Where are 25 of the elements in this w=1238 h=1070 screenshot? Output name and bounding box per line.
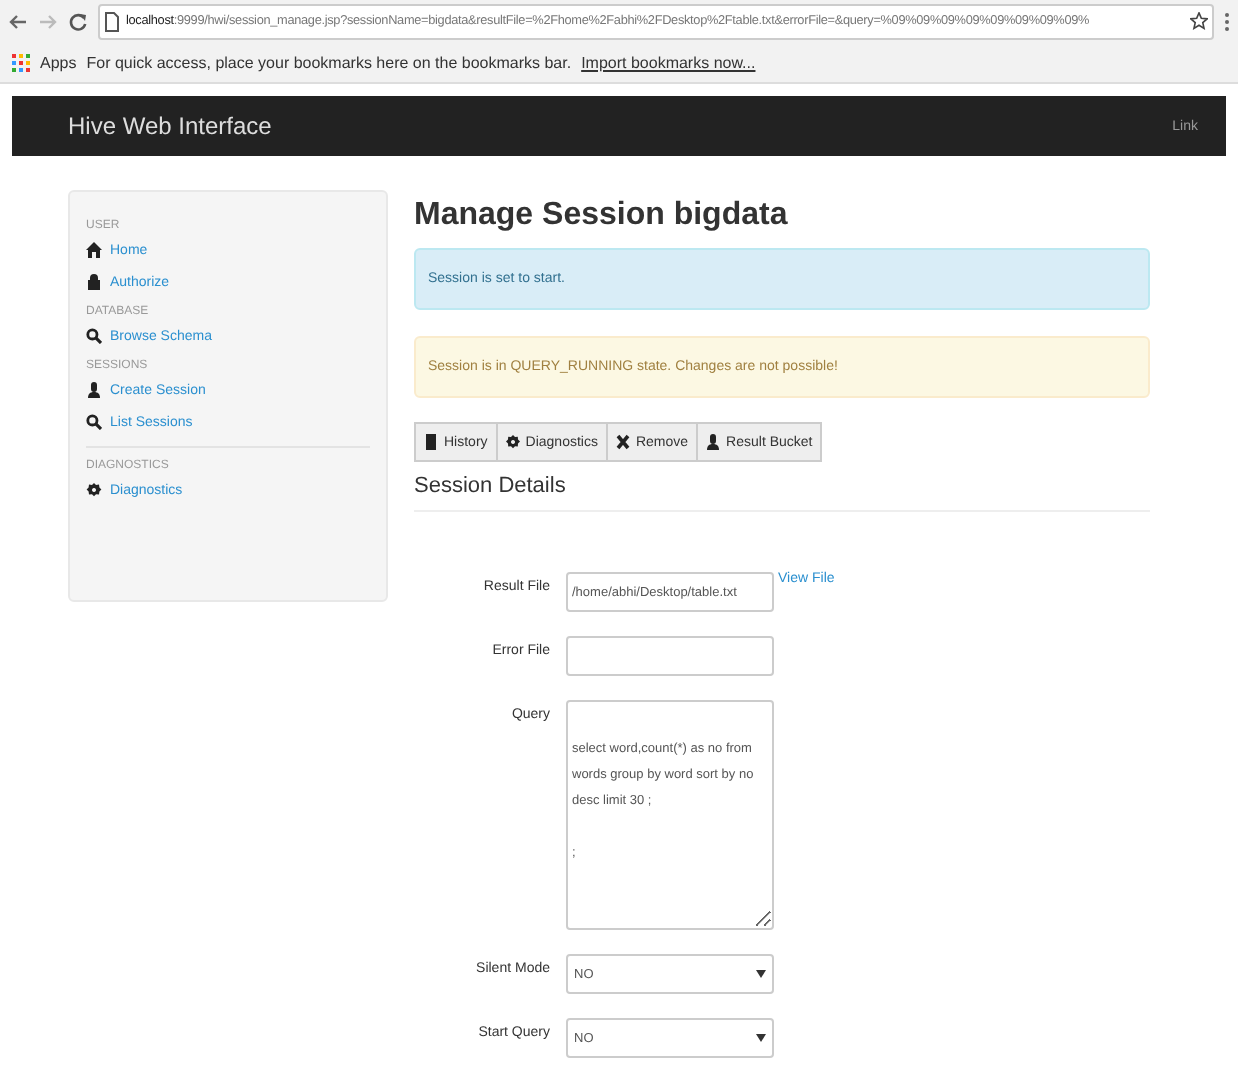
gear-icon [505,434,520,450]
apps-label[interactable]: Apps [40,53,77,71]
section-title: Session Details [414,474,1150,512]
search-icon [86,328,102,344]
page-title: Manage Session bigdata [414,198,790,234]
text-field[interactable] [566,636,774,676]
back-icon[interactable] [8,13,28,29]
menu-icon[interactable] [1224,11,1230,31]
gear-icon [86,482,102,498]
brand-title[interactable]: Hive Web Interface [68,112,272,140]
dropdown-caret-icon [756,970,766,978]
user-icon [86,382,102,398]
reload-icon[interactable] [68,11,88,31]
user-icon [706,434,721,450]
book-icon [424,434,438,450]
dropdown-caret-icon [756,1034,766,1042]
home-icon [86,242,102,258]
apps-icon[interactable] [12,53,30,71]
import-bookmarks-link[interactable]: Import bookmarks now... [581,53,756,71]
search-icon [86,414,102,430]
bookmarks-hint: For quick access, place your bookmarks here on the bookmarks bar. [86,53,572,71]
x-icon [615,434,630,450]
lock-icon [86,274,102,290]
page-icon [104,11,120,31]
star-icon[interactable] [1190,12,1208,30]
